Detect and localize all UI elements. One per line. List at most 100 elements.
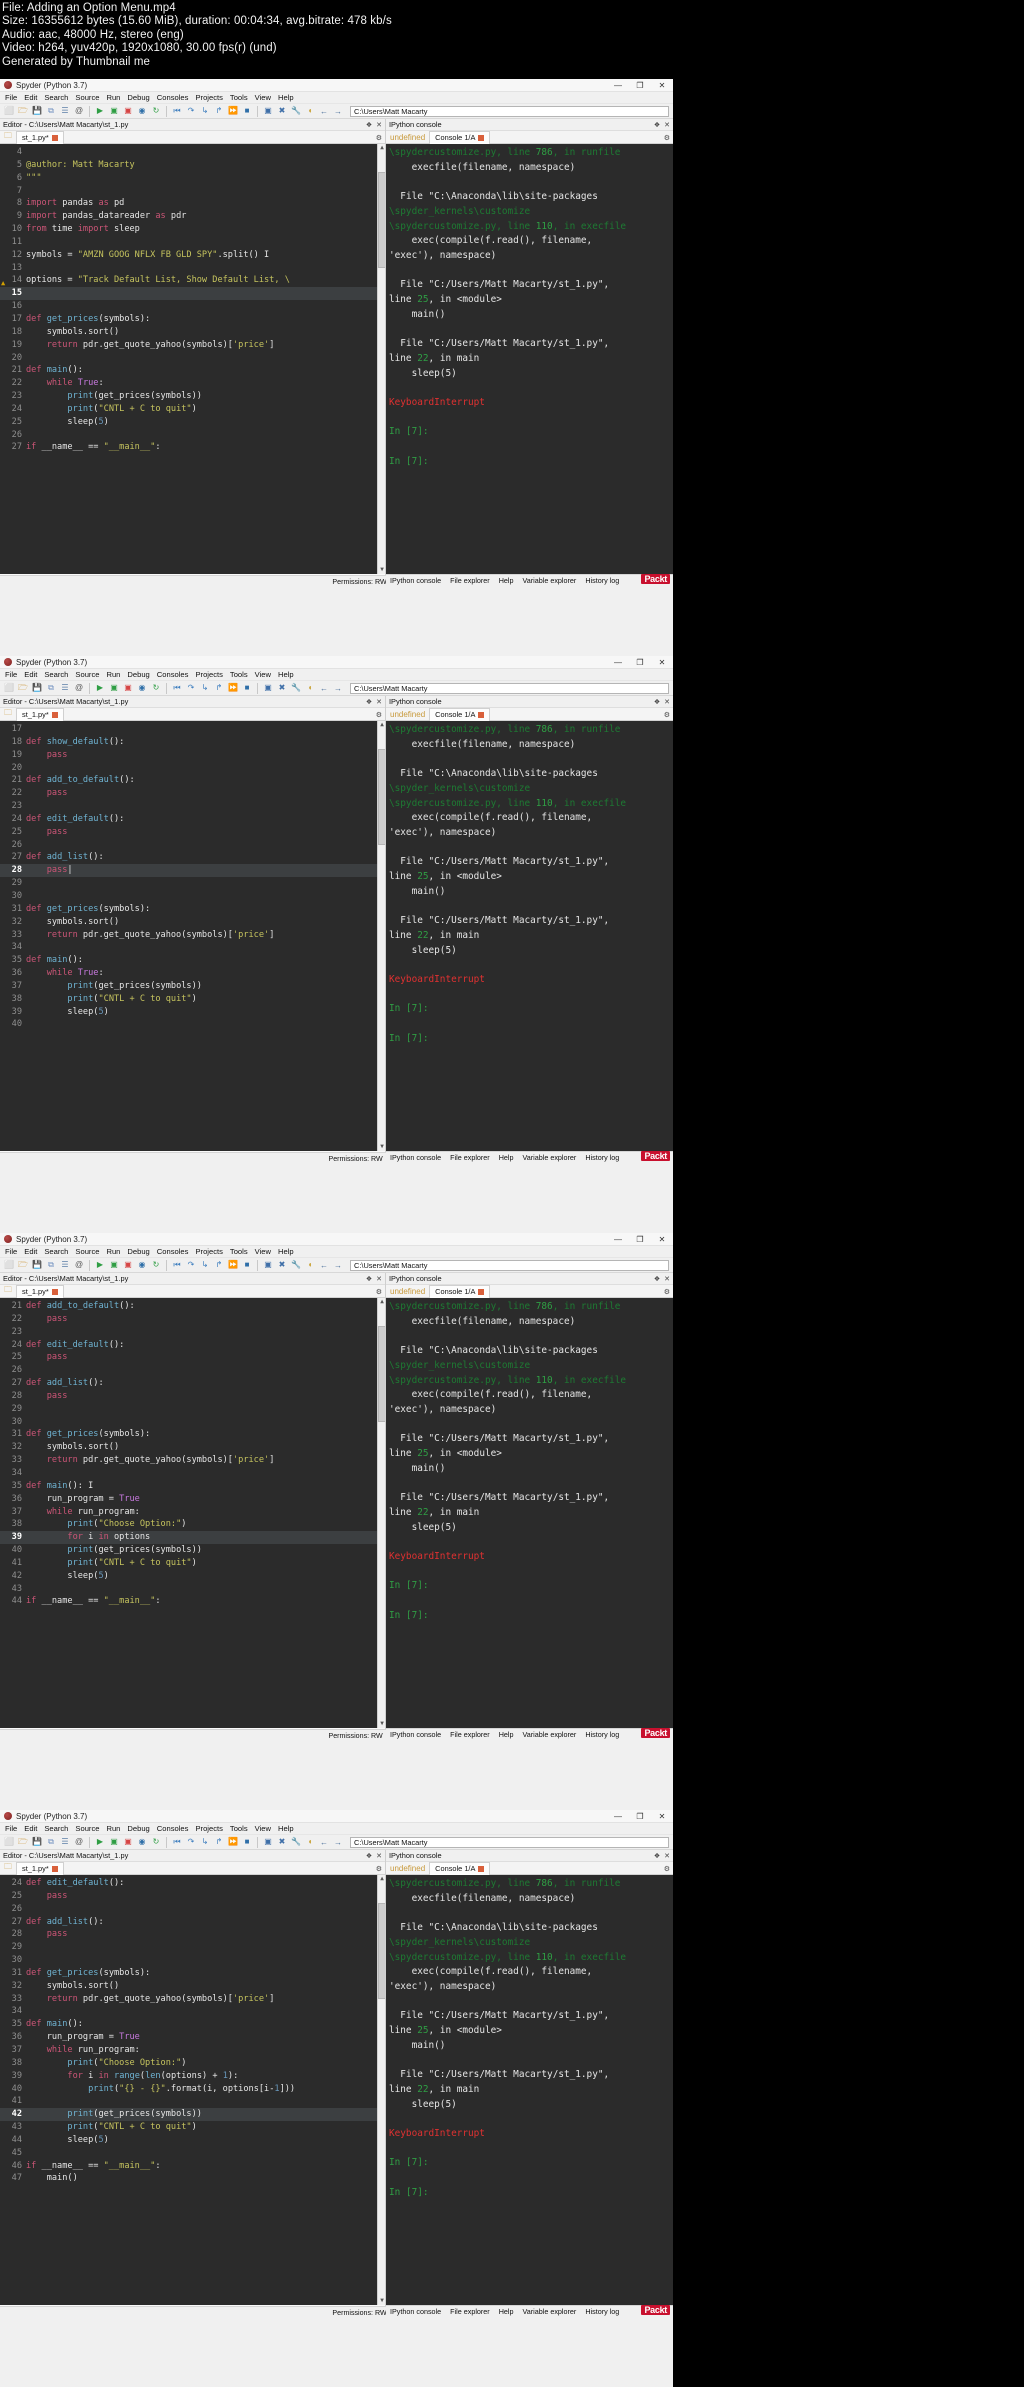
console-float-icon[interactable]: ❖ xyxy=(654,1275,660,1283)
window-titlebar[interactable]: Spyder (Python 3.7) — ❐ ✕ xyxy=(0,1233,673,1246)
code-line[interactable]: 32 symbols.sort() xyxy=(0,1441,385,1454)
menu-projects[interactable]: Projects xyxy=(195,93,222,102)
code-line[interactable]: 37 print(get_prices(symbols)) xyxy=(0,980,385,993)
console-browse-tabs-icon[interactable]: undefined xyxy=(390,1864,425,1873)
close-button[interactable]: ✕ xyxy=(651,656,673,669)
menu-edit[interactable]: Edit xyxy=(24,670,37,679)
browse-tabs-icon[interactable]: 🗀 xyxy=(4,1284,12,1298)
menu-run[interactable]: Run xyxy=(106,670,120,679)
code-line[interactable]: 21 def add_to_default(): xyxy=(0,1300,385,1313)
close-button[interactable]: ✕ xyxy=(651,1810,673,1823)
code-line[interactable]: 44 sleep(5) xyxy=(0,2134,385,2147)
file-switcher-icon[interactable]: ☰ xyxy=(59,1259,71,1271)
stop-debug-icon[interactable]: ■ xyxy=(241,1259,253,1271)
maximize-button[interactable]: ❐ xyxy=(629,79,651,92)
bottom-tab-help[interactable]: Help xyxy=(499,2307,514,2316)
bottom-tab-history log[interactable]: History log xyxy=(585,2307,619,2316)
editor-options-icon[interactable]: ⚙ xyxy=(376,711,382,719)
code-line[interactable]: 25 pass xyxy=(0,1890,385,1903)
preferences-icon[interactable]: 🔧 xyxy=(290,1259,302,1271)
editor-close-icon[interactable]: ✕ xyxy=(376,121,382,129)
code-line[interactable]: 12 symbols = "AMZN GOOG NFLX FB GLD SPY".… xyxy=(0,249,385,262)
browse-tabs-icon[interactable]: 🗀 xyxy=(4,1861,12,1875)
close-button[interactable]: ✕ xyxy=(651,1233,673,1246)
code-line[interactable]: 21 def add_to_default(): xyxy=(0,774,385,787)
working-directory-input[interactable]: C:\Users\Matt Macarty xyxy=(350,1259,669,1271)
code-line[interactable]: 25 pass xyxy=(0,826,385,839)
code-line[interactable]: 16 xyxy=(0,300,385,313)
console-float-icon[interactable]: ❖ xyxy=(654,1852,660,1860)
code-line[interactable]: 24 def edit_default(): xyxy=(0,813,385,826)
menu-consoles[interactable]: Consoles xyxy=(157,93,189,102)
scroll-down-icon[interactable]: ▼ xyxy=(378,2297,385,2305)
working-directory-input[interactable]: C:\Users\Matt Macarty xyxy=(350,682,669,694)
code-line[interactable]: 29 xyxy=(0,877,385,890)
code-line[interactable]: 29 xyxy=(0,1403,385,1416)
bottom-tab-ipython console[interactable]: IPython console xyxy=(390,2307,441,2316)
console-browse-tabs-icon[interactable]: undefined xyxy=(390,1287,425,1296)
code-line[interactable]: 47 main() xyxy=(0,2172,385,2185)
editor-float-icon[interactable]: ❖ xyxy=(366,698,372,706)
minimize-button[interactable]: — xyxy=(607,1233,629,1246)
code-line[interactable]: 8 import pandas as pd xyxy=(0,197,385,210)
menu-source[interactable]: Source xyxy=(75,93,99,102)
menu-search[interactable]: Search xyxy=(44,1247,68,1256)
save-all-icon[interactable]: ⧉ xyxy=(45,105,57,117)
editor-options-icon[interactable]: ⚙ xyxy=(376,1865,382,1873)
step-return-icon[interactable]: ↱ xyxy=(213,105,225,117)
code-editor[interactable]: 21 def add_to_default(): 22 pass 23 24 def ed… xyxy=(0,1298,385,1728)
run-cell-advance-icon[interactable]: ▣ xyxy=(122,105,134,117)
code-line[interactable]: 38 print("Choose Option:") xyxy=(0,2057,385,2070)
new-file-icon[interactable]: ⬜ xyxy=(3,682,15,694)
console-options-icon[interactable]: ⚙ xyxy=(664,134,670,142)
code-line[interactable]: 28 pass xyxy=(0,1928,385,1941)
code-line[interactable]: 39 for i in options xyxy=(0,1531,385,1545)
file-switcher-icon[interactable]: ☰ xyxy=(59,105,71,117)
window-titlebar[interactable]: Spyder (Python 3.7) — ❐ ✕ xyxy=(0,79,673,92)
code-line[interactable]: 22 pass xyxy=(0,1313,385,1326)
editor-tab-st1[interactable]: st_1.py* xyxy=(16,1284,64,1298)
menu-tools[interactable]: Tools xyxy=(230,93,248,102)
code-line[interactable]: 33 return pdr.get_quote_yahoo(symbols)['… xyxy=(0,1454,385,1467)
maximize-pane-icon[interactable]: ▣ xyxy=(262,1836,274,1848)
continue-icon[interactable]: ⏩ xyxy=(227,1836,239,1848)
working-directory-input[interactable]: C:\Users\Matt Macarty xyxy=(350,105,669,117)
code-line[interactable]: 22 while True: xyxy=(0,377,385,390)
step-into-icon[interactable]: ↳ xyxy=(199,1259,211,1271)
scroll-up-icon[interactable]: ▲ xyxy=(378,1875,385,1883)
editor-float-icon[interactable]: ❖ xyxy=(366,1852,372,1860)
console-float-icon[interactable]: ❖ xyxy=(654,698,660,706)
code-line[interactable]: 46 if __name__ == "__main__": xyxy=(0,2160,385,2173)
menu-debug[interactable]: Debug xyxy=(127,93,149,102)
pythonpath-icon[interactable]: ◖ xyxy=(304,105,316,117)
code-line[interactable]: 24 def edit_default(): xyxy=(0,1339,385,1352)
code-line[interactable]: 18 symbols.sort() xyxy=(0,326,385,339)
code-line[interactable]: 45 xyxy=(0,2147,385,2160)
run-selection-icon[interactable]: ◉ xyxy=(136,1259,148,1271)
bottom-tab-history log[interactable]: History log xyxy=(585,1153,619,1162)
code-line[interactable]: 27 if __name__ == "__main__": xyxy=(0,441,385,454)
editor-tab-st1[interactable]: st_1.py* xyxy=(16,1861,64,1875)
menu-tools[interactable]: Tools xyxy=(230,1824,248,1833)
code-line[interactable]: 26 xyxy=(0,1903,385,1916)
rerun-icon[interactable]: ↻ xyxy=(150,682,162,694)
editor-scroll-thumb[interactable] xyxy=(378,172,385,268)
menu-file[interactable]: File xyxy=(5,93,17,102)
debug-file-icon[interactable]: ⏮ xyxy=(171,105,183,117)
menu-search[interactable]: Search xyxy=(44,93,68,102)
code-line[interactable]: 34 xyxy=(0,1467,385,1480)
code-line[interactable]: 31 def get_prices(symbols): xyxy=(0,903,385,916)
run-cell-icon[interactable]: ▣ xyxy=(108,1259,120,1271)
menu-file[interactable]: File xyxy=(5,670,17,679)
code-line[interactable]: 11 xyxy=(0,236,385,249)
file-switcher-icon[interactable]: ☰ xyxy=(59,682,71,694)
menu-debug[interactable]: Debug xyxy=(127,670,149,679)
code-line[interactable]: 43 print("CNTL + C to quit") xyxy=(0,2121,385,2134)
editor-vertical-scrollbar[interactable]: ▲ ▼ xyxy=(377,721,385,1151)
code-line[interactable]: 26 xyxy=(0,839,385,852)
pythonpath-icon[interactable]: ◖ xyxy=(304,1836,316,1848)
save-all-icon[interactable]: ⧉ xyxy=(45,1259,57,1271)
code-line[interactable]: 34 xyxy=(0,2005,385,2018)
menu-search[interactable]: Search xyxy=(44,1824,68,1833)
console-tab-1a[interactable]: Console 1/A xyxy=(429,1861,491,1875)
